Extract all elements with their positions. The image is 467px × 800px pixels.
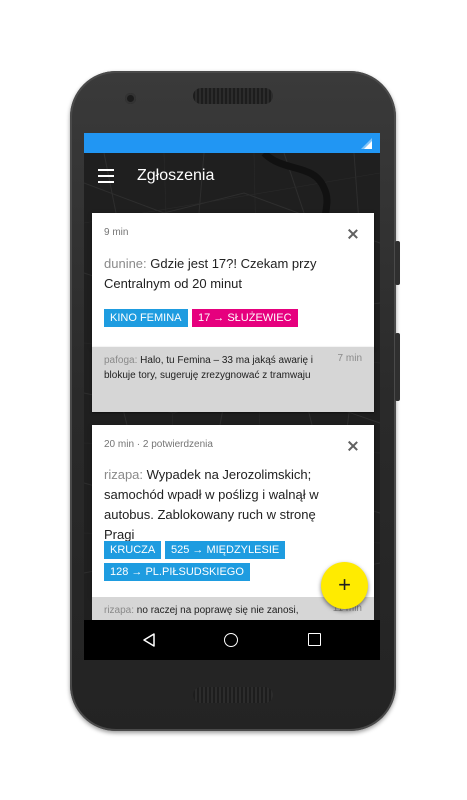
report-message: rizapa: Wypadek na Jerozolimskich; samoc… (104, 465, 340, 545)
phone-frame: Zgłoszenia 9 min dunine: Gdzie jest 17?!… (70, 71, 400, 731)
volume-button (395, 241, 400, 285)
stop-tag[interactable]: KRUCZA (104, 541, 162, 559)
reply-author[interactable]: rizapa: (104, 605, 134, 616)
screen: Zgłoszenia 9 min dunine: Gdzie jest 17?!… (84, 133, 380, 660)
camera-icon (125, 93, 136, 104)
reply-author[interactable]: pafoga: (104, 355, 137, 366)
add-icon: + (338, 572, 351, 597)
report-author[interactable]: rizapa: (104, 467, 143, 482)
reply-message: rizapa: no raczej na poprawę się nie zan… (104, 603, 322, 618)
navigation-bar (84, 620, 380, 660)
bottom-speaker (193, 687, 273, 703)
status-bar (84, 133, 380, 153)
close-icon[interactable] (348, 229, 358, 239)
signal-icon (361, 138, 372, 149)
line-tag[interactable]: 525 → MIĘDZYLESIE (165, 541, 286, 559)
report-message: dunine: Gdzie jest 17?! Czekam przy Cent… (104, 254, 340, 294)
reply-time: 7 min (337, 353, 362, 364)
report-author[interactable]: dunine: (104, 256, 147, 271)
report-meta: 9 min (104, 227, 129, 238)
stop-tag[interactable]: KINO FEMINA (104, 309, 188, 327)
page-title: Zgłoszenia (137, 167, 215, 184)
report-card[interactable]: 9 min dunine: Gdzie jest 17?! Czekam prz… (92, 213, 374, 348)
menu-icon[interactable] (98, 169, 114, 183)
add-report-button[interactable]: + (321, 562, 368, 609)
close-icon[interactable] (348, 441, 358, 451)
reply-item[interactable]: pafoga: Halo, tu Femina – 33 ma jakąś aw… (92, 347, 374, 412)
recent-apps-icon[interactable] (308, 633, 321, 646)
top-speaker (193, 88, 273, 104)
toolbar: Zgłoszenia (84, 153, 380, 201)
reply-message: pafoga: Halo, tu Femina – 33 ma jakąś aw… (104, 353, 322, 383)
reply-text: no raczej na poprawę się nie zanosi, (136, 605, 299, 616)
power-button (395, 333, 400, 401)
report-meta: 20 min · 2 potwierdzenia (104, 439, 213, 450)
line-tag[interactable]: 128 → PL.PIŁSUDSKIEGO (104, 563, 250, 581)
line-tag[interactable]: 17 → SŁUŻEWIEC (192, 309, 298, 327)
back-icon[interactable] (142, 633, 156, 647)
home-icon[interactable] (224, 633, 238, 647)
